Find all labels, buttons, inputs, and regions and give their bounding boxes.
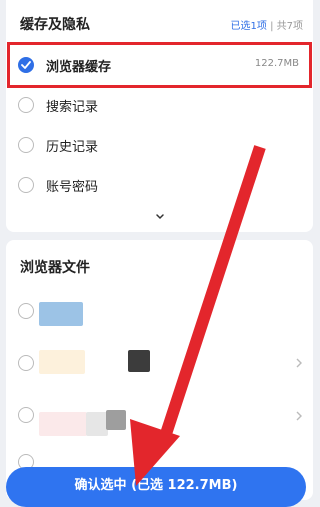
checkbox-icon[interactable] — [18, 137, 34, 153]
chevron-down-icon[interactable] — [154, 212, 166, 222]
option-browsing-history[interactable]: 历史记录 — [6, 126, 313, 164]
chevron-right-icon[interactable] — [295, 357, 303, 369]
annotation-highlight-box — [7, 42, 312, 88]
option-account-passwords[interactable]: 账号密码 — [6, 166, 313, 204]
cache-privacy-card: 缓存及隐私 已选1项 | 共7项 浏览器缓存 122.7MB 搜索记录 历史记录… — [6, 0, 313, 232]
checkbox-icon[interactable] — [18, 407, 34, 423]
cache-privacy-title: 缓存及隐私 — [20, 17, 90, 33]
browser-files-title: 浏览器文件 — [20, 260, 90, 276]
file-thumbnail — [39, 412, 87, 436]
checkbox-icon[interactable] — [18, 355, 34, 371]
chevron-right-icon[interactable] — [295, 410, 303, 422]
file-thumbnail — [86, 412, 108, 436]
selection-count: 已选1项 | 共7项 — [231, 17, 304, 32]
file-thumbnail — [106, 410, 126, 430]
file-thumbnail — [39, 302, 83, 326]
option-label: 搜索记录 — [46, 100, 99, 115]
checkbox-icon[interactable] — [18, 303, 34, 319]
file-thumbnail — [128, 350, 150, 372]
file-thumbnail — [39, 350, 85, 374]
option-search-history[interactable]: 搜索记录 — [6, 86, 313, 124]
checkbox-icon[interactable] — [18, 97, 34, 113]
checkbox-icon[interactable] — [18, 177, 34, 193]
option-label: 历史记录 — [46, 140, 99, 155]
selected-count: 已选1项 — [230, 21, 267, 32]
count-separator: | — [270, 21, 274, 32]
confirm-selection-button[interactable]: 确认选中 (已选 122.7MB) — [6, 467, 306, 507]
file-item[interactable] — [6, 286, 313, 336]
file-item[interactable] — [6, 338, 313, 388]
total-count: 共7项 — [276, 21, 303, 32]
option-label: 账号密码 — [46, 180, 99, 195]
browser-files-card: 浏览器文件 — [6, 240, 313, 500]
file-item[interactable] — [6, 390, 313, 440]
